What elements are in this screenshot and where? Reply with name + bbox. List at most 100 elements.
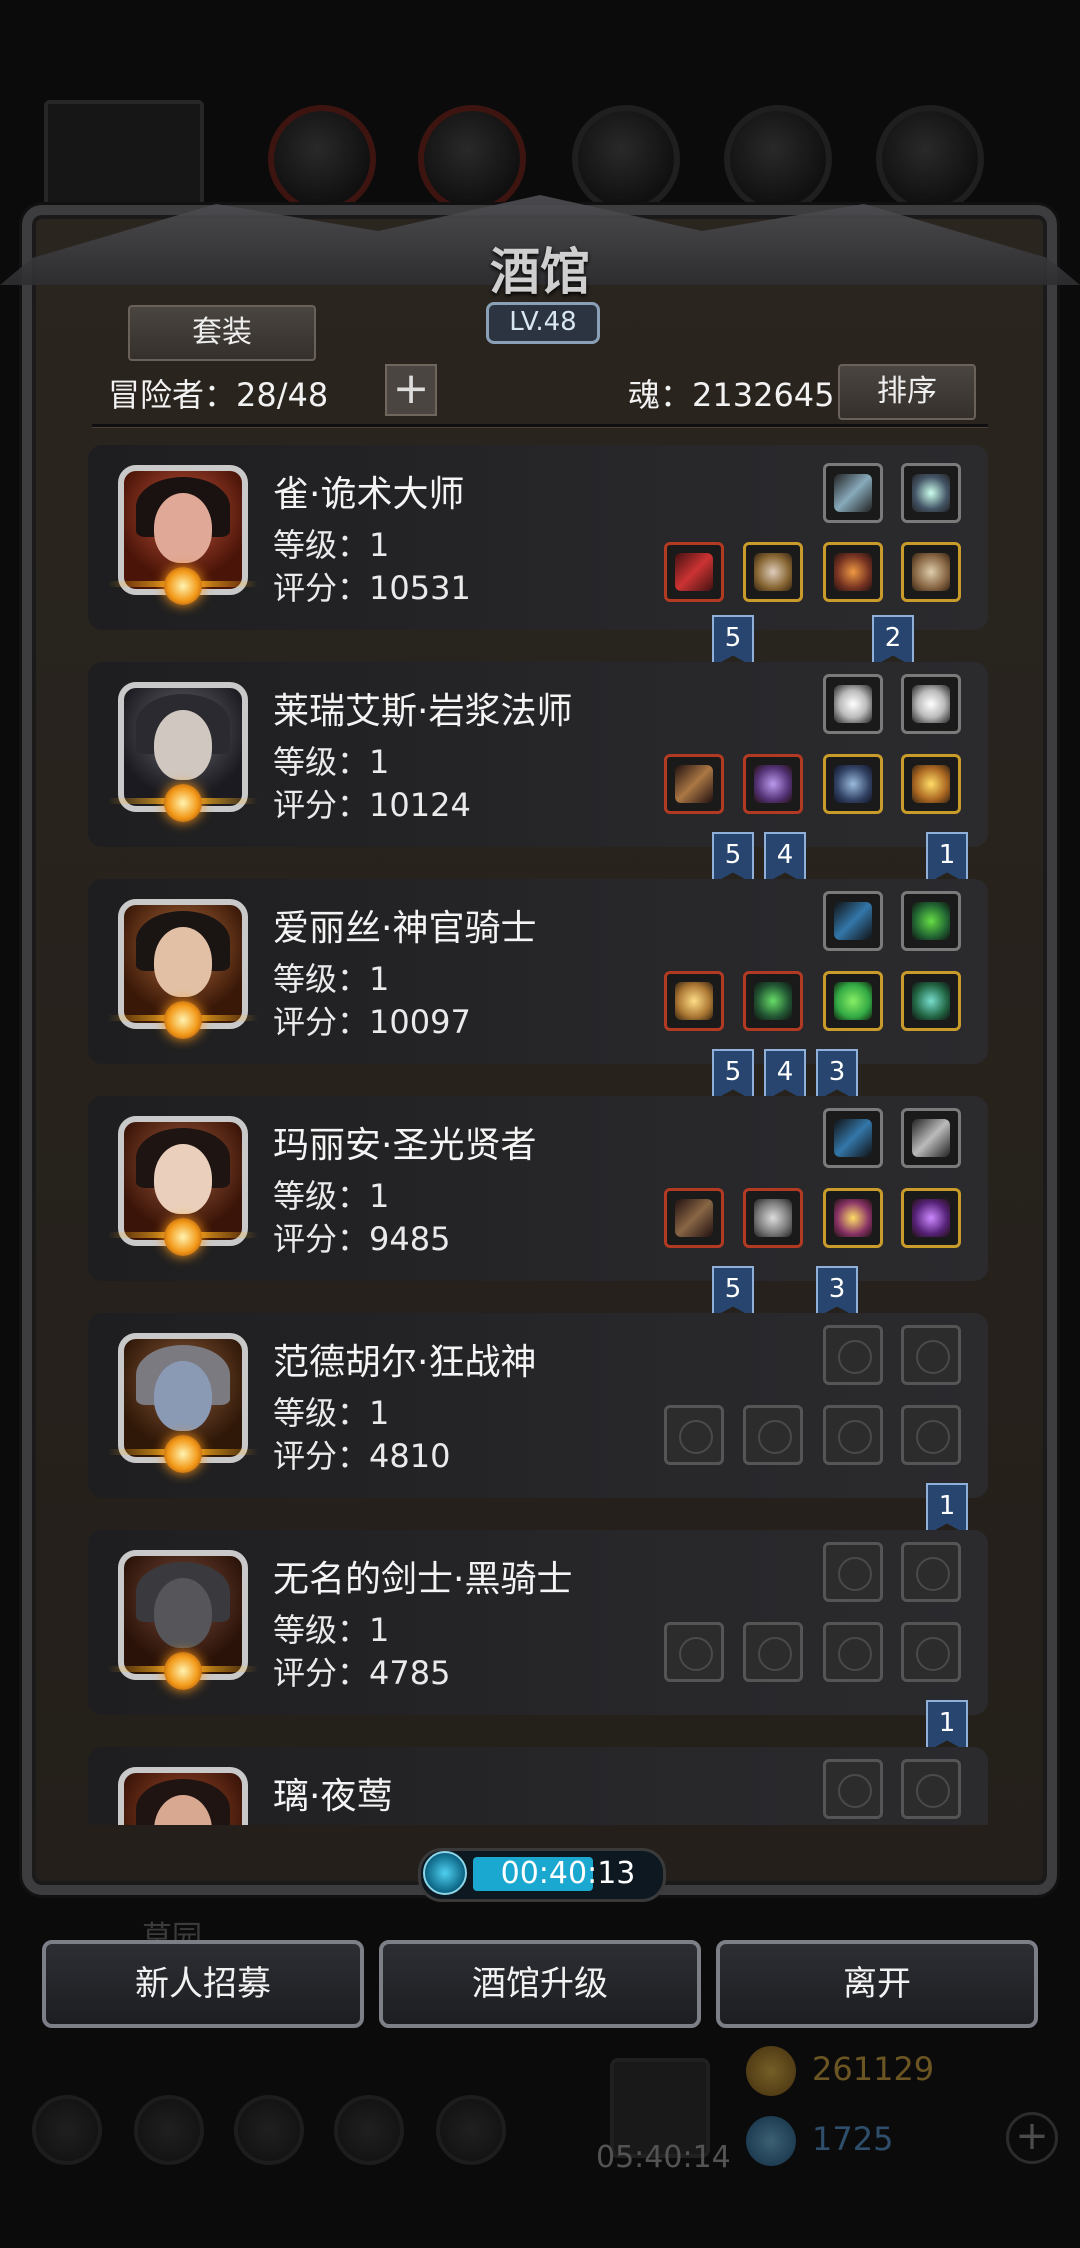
empty-sword-slot-icon[interactable] [664,1622,724,1682]
star-icon [134,2095,204,2165]
hero-card[interactable]: 玛丽安·圣光贤者 等级：1 评分：9485 [88,1096,988,1281]
empty-armor-slot-icon[interactable] [743,1622,803,1682]
rank-ribbon: 5 [712,832,754,884]
gold-coin-icon [746,2046,796,2096]
hero-list[interactable]: 雀·诡术大师 等级：1 评分：10531 5 2 莱瑞艾斯·岩浆法师 等级：1 … [88,440,988,1825]
empty-ring-slot-icon[interactable] [901,1622,961,1682]
rank-badge-icon [108,1218,258,1256]
skull-mask-icon[interactable] [901,542,961,602]
rank-badge-icon [108,1652,258,1690]
robe-icon[interactable] [743,754,803,814]
empty-ring-slot-icon[interactable] [901,1405,961,1465]
add-gem-icon: + [1006,2112,1058,2164]
empty-ring-slot-icon[interactable] [823,1622,883,1682]
ring-icon[interactable] [901,1188,961,1248]
wing-icon[interactable] [901,674,961,734]
armor-icon[interactable] [743,542,803,602]
background-slot-icon [418,105,526,213]
rank-ribbon: 3 [816,1266,858,1318]
rank-ribbon: 5 [712,1049,754,1101]
upgrade-tavern-button[interactable]: 酒馆升级 [379,1940,701,2028]
hero-name: 璃·夜莺 [273,1776,393,1817]
cross-amulet-icon[interactable] [823,754,883,814]
empty-slot-icon[interactable] [823,1759,883,1819]
hero-name: 玛丽安·圣光贤者 [273,1125,537,1166]
hero-card[interactable]: 雀·诡术大师 等级：1 评分：10531 [88,445,988,630]
adventurer-count: 冒险者：28/48 [108,376,329,414]
staff-icon[interactable] [664,754,724,814]
mail-icon [334,2095,404,2165]
hammer-icon[interactable] [664,971,724,1031]
rank-badge-icon [108,1001,258,1039]
empty-slot-icon[interactable] [901,1759,961,1819]
chest-armor-icon[interactable] [743,971,803,1031]
empty-axe-slot-icon[interactable] [664,1405,724,1465]
hero-card[interactable]: 莱瑞艾斯·岩浆法师 等级：1 评分：10124 [88,662,988,847]
background-slot-icon [268,105,376,213]
bow-icon[interactable] [823,1108,883,1168]
hero-name: 莱瑞艾斯·岩浆法师 [273,691,573,732]
leave-button[interactable]: 离开 [716,1940,1038,2028]
empty-slot-icon[interactable] [823,1325,883,1385]
crystal-star-icon[interactable] [901,463,961,523]
rank-ribbon: 1 [926,832,968,884]
empty-slot-icon[interactable] [901,1542,961,1602]
wing-icon[interactable] [823,674,883,734]
rank-badge-icon [108,567,258,605]
hero-name: 无名的剑士·黑骑士 [273,1559,573,1600]
divider [92,424,988,428]
hero-level: 等级：1 [273,960,390,998]
gem-icon[interactable] [823,971,883,1031]
hero-level: 等级：1 [273,526,390,564]
empty-ring-slot-icon[interactable] [823,1405,883,1465]
rank-ribbon: 4 [764,832,806,884]
empty-armor-slot-icon[interactable] [743,1405,803,1465]
tools-icon [436,2095,506,2165]
background-slot-icon [724,105,832,213]
recruit-button[interactable]: 新人招募 [42,1940,364,2028]
bow-icon[interactable] [823,891,883,951]
hero-score: 评分：4810 [273,1437,451,1475]
sword-icon[interactable] [664,542,724,602]
hero-score: 评分：9485 [273,1220,451,1258]
gear-icon [32,2095,102,2165]
hero-card[interactable]: 爱丽丝·神官骑士 等级：1 评分：10097 [88,879,988,1064]
feather-blade-icon[interactable] [901,1108,961,1168]
gem-amount: 1725 [812,2120,894,2158]
hero-score: 评分：10531 [273,569,471,607]
rank-ribbon: 5 [712,615,754,667]
hero-score: 评分：10124 [273,786,471,824]
hero-card[interactable]: 范德胡尔·狂战神 等级：1 评分：4810 [88,1313,988,1498]
timer-text: 00:40:13 [500,1856,636,1891]
rank-badge-icon [108,784,258,822]
eye-orb-icon[interactable] [823,1188,883,1248]
sort-button[interactable]: 排序 [838,364,976,420]
rank-ribbon: 5 [712,1266,754,1318]
add-capacity-button[interactable]: + [385,364,437,416]
helmet-icon[interactable] [743,1188,803,1248]
hero-name: 范德胡尔·狂战神 [273,1342,537,1383]
hero-level: 等级：1 [273,1611,390,1649]
background-slot-icon [572,105,680,213]
rank-ribbon: 1 [926,1700,968,1752]
hero-card[interactable]: 璃·夜莺 [88,1747,988,1825]
set-button[interactable]: 套装 [128,305,316,361]
amulet-icon[interactable] [823,542,883,602]
soul-count: 魂：2132645 [628,376,835,414]
feather-blade-icon[interactable] [823,463,883,523]
rank-ribbon: 3 [816,1049,858,1101]
page-title: 酒馆 [490,242,590,301]
spellbook-icon[interactable] [901,891,961,951]
hero-level: 等级：1 [273,743,390,781]
rank-ribbon: 4 [764,1049,806,1101]
empty-slot-icon[interactable] [823,1542,883,1602]
clock-icon [423,1851,467,1895]
empty-slot-icon[interactable] [901,1325,961,1385]
ring-icon[interactable] [901,754,961,814]
hero-card[interactable]: 无名的剑士·黑骑士 等级：1 评分：4785 [88,1530,988,1715]
gift-timer: 05:40:14 [596,2140,731,2175]
rank-ribbon: 1 [926,1483,968,1535]
spear-icon[interactable] [664,1188,724,1248]
hero-portrait[interactable] [118,1767,248,1825]
ring-icon[interactable] [901,971,961,1031]
